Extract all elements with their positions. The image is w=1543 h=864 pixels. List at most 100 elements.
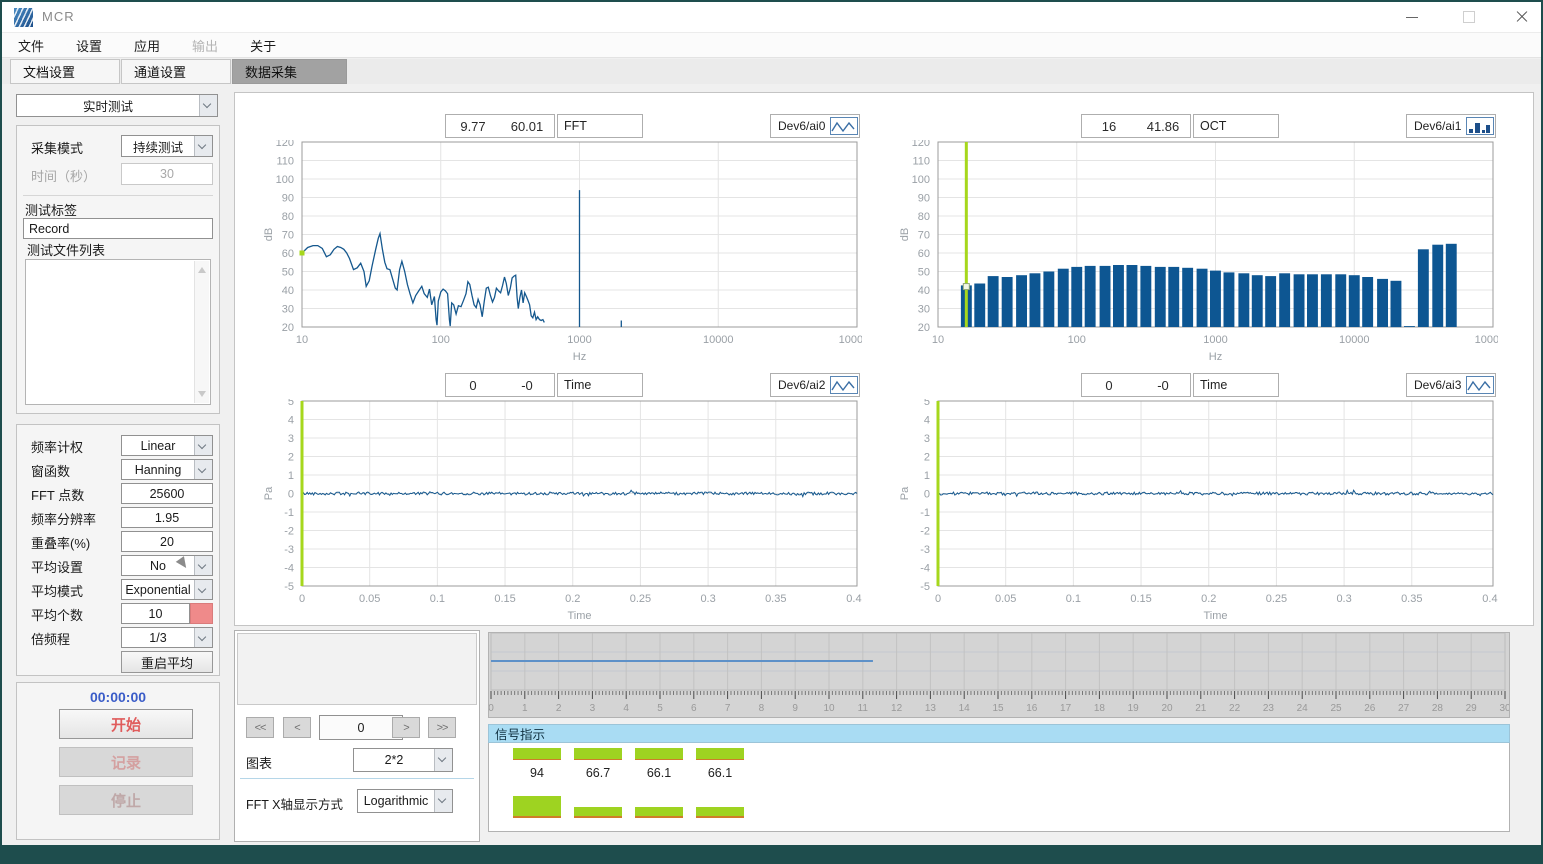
- menu-about[interactable]: 关于: [250, 36, 276, 55]
- avg-count-input[interactable]: 10: [121, 603, 190, 624]
- chart-type-box[interactable]: FFT: [557, 114, 643, 138]
- minimize-icon: [1406, 17, 1418, 18]
- maximize-button[interactable]: [1452, 2, 1486, 32]
- freq-resolution-input[interactable]: 1.95: [121, 507, 213, 528]
- nav-last-button[interactable]: >>: [428, 717, 456, 738]
- window-func-select[interactable]: Hanning: [121, 459, 213, 480]
- svg-text:17: 17: [1060, 703, 1072, 714]
- svg-text:2: 2: [556, 703, 562, 714]
- acq-time-label: 时间（秒）: [31, 166, 96, 185]
- svg-text:60: 60: [282, 248, 294, 260]
- svg-text:1000: 1000: [1203, 334, 1227, 346]
- acq-mode-select[interactable]: 持续测试: [121, 135, 213, 157]
- avg-mode-value: Exponential: [122, 580, 194, 599]
- signal-channel-1: 94: [513, 748, 561, 818]
- test-tag-input[interactable]: Record: [23, 218, 213, 239]
- svg-text:1: 1: [288, 470, 294, 482]
- signal-meter-bar: [574, 807, 622, 818]
- svg-text:100: 100: [912, 174, 930, 186]
- octave-plot[interactable]: 2030405060708090100110120101001000100001…: [878, 140, 1498, 366]
- svg-text:29: 29: [1466, 703, 1478, 714]
- svg-text:0.3: 0.3: [1336, 593, 1351, 605]
- svg-text:22: 22: [1229, 703, 1241, 714]
- acq-mode-value: 持续测试: [122, 136, 194, 156]
- svg-text:7: 7: [725, 703, 731, 714]
- chart-type-box[interactable]: OCT: [1193, 114, 1279, 138]
- time-chart-ai3: 0 -0 Time Dev6/ai3 -5-4-3-2-101234500.05…: [878, 373, 1498, 625]
- time-plot[interactable]: -5-4-3-2-101234500.050.10.150.20.250.30.…: [878, 399, 1498, 625]
- scroll-up-icon[interactable]: [198, 267, 206, 273]
- chevron-down-icon: [194, 556, 212, 575]
- cursor-x-value: 0: [1082, 378, 1136, 393]
- time-plot[interactable]: -5-4-3-2-101234500.050.10.150.20.250.30.…: [242, 399, 862, 625]
- signal-level-bar: [635, 748, 683, 760]
- avg-count-label: 平均个数: [31, 605, 83, 624]
- fft-plot[interactable]: 2030405060708090100110120101001000100001…: [242, 140, 862, 366]
- nav-first-button[interactable]: <<: [246, 717, 274, 738]
- page-index-input[interactable]: 0: [319, 715, 403, 740]
- channel-box[interactable]: Dev6/ai1: [1406, 114, 1496, 138]
- svg-text:-3: -3: [920, 544, 930, 556]
- svg-text:90: 90: [282, 193, 294, 205]
- chart-type-box[interactable]: Time: [1193, 373, 1279, 397]
- signal-value: 94: [513, 766, 561, 780]
- svg-text:80: 80: [918, 211, 930, 223]
- fft-xaxis-select[interactable]: Logarithmic: [357, 789, 453, 813]
- tab-data-acquisition[interactable]: 数据采集: [232, 59, 347, 84]
- octave-select[interactable]: 1/3: [121, 627, 213, 648]
- channel-box[interactable]: Dev6/ai2: [770, 373, 860, 397]
- close-button[interactable]: [1505, 2, 1539, 32]
- freq-weighting-select[interactable]: Linear: [121, 435, 213, 456]
- menu-application[interactable]: 应用: [134, 36, 160, 55]
- svg-text:15: 15: [992, 703, 1004, 714]
- minimize-button[interactable]: [1395, 2, 1429, 32]
- cursor-x-value: 0: [446, 378, 500, 393]
- avg-setting-select[interactable]: No: [121, 555, 213, 576]
- avg-mode-select[interactable]: Exponential: [121, 579, 213, 600]
- nav-prev-button[interactable]: <: [283, 717, 311, 738]
- test-file-list[interactable]: [25, 259, 211, 405]
- svg-text:90: 90: [918, 193, 930, 205]
- chart-layout-select[interactable]: 2*2: [353, 748, 453, 772]
- channel-box[interactable]: Dev6/ai3: [1406, 373, 1496, 397]
- restart-average-button[interactable]: 重启平均: [121, 651, 213, 673]
- svg-text:dB: dB: [899, 228, 911, 241]
- chevron-down-icon: [434, 749, 452, 771]
- record-timeline-panel[interactable]: 0123456789101112131415161718192021222324…: [488, 632, 1510, 718]
- svg-text:0.15: 0.15: [494, 593, 515, 605]
- waveform-icon: [830, 117, 858, 135]
- chart-type-box[interactable]: Time: [557, 373, 643, 397]
- overlap-input[interactable]: 20: [121, 531, 213, 552]
- avg-count-status-flag: [190, 603, 213, 624]
- test-mode-select[interactable]: 实时测试: [16, 94, 218, 117]
- scroll-down-icon[interactable]: [198, 391, 206, 397]
- svg-text:100: 100: [1068, 334, 1086, 346]
- tab-channel-settings[interactable]: 通道设置: [121, 59, 231, 84]
- svg-text:0.35: 0.35: [765, 593, 786, 605]
- tab-document-settings[interactable]: 文档设置: [10, 59, 120, 84]
- svg-text:120: 120: [912, 140, 930, 149]
- title-bar: MCR: [2, 2, 1541, 32]
- svg-text:8: 8: [759, 703, 765, 714]
- start-button[interactable]: 开始: [59, 709, 193, 739]
- app-logo-icon: [14, 8, 33, 27]
- channel-box[interactable]: Dev6/ai0: [770, 114, 860, 138]
- scrollbar[interactable]: [194, 261, 209, 403]
- cursor-y-value: 60.01: [500, 119, 554, 134]
- cursor-readout: 0 -0: [1081, 373, 1191, 397]
- svg-text:0: 0: [299, 593, 305, 605]
- svg-text:-4: -4: [920, 563, 930, 575]
- svg-text:0.1: 0.1: [1066, 593, 1081, 605]
- fft-chart: 9.77 60.01 FFT Dev6/ai0 2030405060708090…: [242, 114, 862, 366]
- menu-settings[interactable]: 设置: [76, 36, 102, 55]
- svg-text:30: 30: [1499, 703, 1509, 714]
- nav-next-button[interactable]: >: [392, 717, 420, 738]
- svg-text:30: 30: [282, 304, 294, 316]
- fft-points-input[interactable]: 25600: [121, 483, 213, 504]
- svg-text:60: 60: [918, 248, 930, 260]
- acq-mode-label: 采集模式: [31, 138, 83, 157]
- signal-level-bar: [574, 748, 622, 760]
- svg-text:25: 25: [1330, 703, 1342, 714]
- menu-file[interactable]: 文件: [18, 36, 44, 55]
- cursor-y-value: -0: [500, 378, 554, 393]
